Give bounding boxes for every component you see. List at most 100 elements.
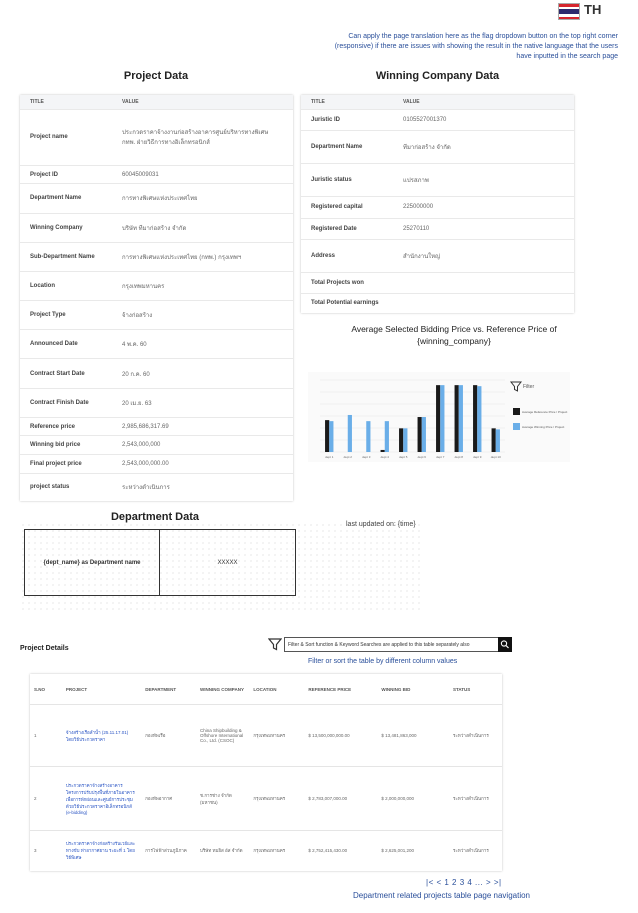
- column-header[interactable]: PROJECT: [62, 674, 141, 705]
- row-key: Contract Start Date: [20, 358, 112, 389]
- table-filter-input[interactable]: Filter & Sort function & Keyword Searche…: [284, 637, 512, 652]
- bar-chart: dept 1 dept 2 dept 3 dept 4 dept 5 dept 6 dept…: [320, 379, 567, 459]
- bar-winning: [458, 385, 463, 452]
- kv-row: Department Name ทีมาก่อสร้าง จำกัด: [301, 130, 574, 164]
- row-key: Department Name: [301, 130, 393, 164]
- row-key: project status: [20, 472, 112, 501]
- row-key: Winning Company: [20, 212, 112, 243]
- kv-row: Contract Finish Date 20 เม.ย. 63: [20, 387, 293, 418]
- row-value: 60045009031: [112, 164, 293, 184]
- x-tick-label: dept 7: [436, 455, 445, 459]
- column-header[interactable]: STATUS: [449, 674, 502, 705]
- row-key: Project ID: [20, 164, 112, 184]
- x-tick-label: dept 9: [473, 455, 482, 459]
- column-header[interactable]: S.NO: [30, 674, 62, 705]
- table-cell: กรุงเทพมหานคร: [249, 830, 305, 871]
- row-key: Project Type: [20, 300, 112, 330]
- table-cell: $ 2,783,007,000.00: [304, 766, 378, 831]
- kv-row: Location กรุงเทพมหานคร: [20, 270, 293, 301]
- bar-winning: [495, 429, 500, 452]
- project-link[interactable]: จ้างสร้างเรือลำน้ำ (25.11.17.01) โดยวิธี…: [61, 704, 142, 767]
- table-cell: ช.การช่าง จำกัด (มหาชน): [196, 766, 250, 831]
- bar-reference: [491, 428, 496, 452]
- kv-row: Department Name การทางพิเศษแห่งประเทศไทย: [20, 183, 293, 213]
- pagination-note: Department related projects table page n…: [353, 891, 530, 900]
- row-value: 2,543,000,000: [112, 435, 293, 455]
- x-tick-label: dept 6: [418, 455, 427, 459]
- chart-title: Average Selected Bidding Price vs. Refer…: [351, 324, 557, 346]
- table-cell: กรุงเทพมหานคร: [249, 704, 305, 767]
- table-row[interactable]: 2 ประกวดราคาจ้างสร้างอาคารโครงการปรับปรุง…: [30, 766, 502, 831]
- project-link[interactable]: ประกวดราคาจ้างก่อสร้างรันเวย์และทางขับ ท…: [61, 830, 142, 871]
- row-value: 225000000: [393, 196, 574, 218]
- bar-reference: [325, 420, 330, 452]
- project-data-table: TITLE VALUE Project name ประกวดราคาจ้างงาน…: [20, 95, 293, 501]
- table-cell: กองทัพเรือ: [141, 704, 197, 767]
- department-title: Department Data: [110, 511, 200, 523]
- row-value: ระหว่างดำเนินการ: [112, 472, 293, 501]
- row-key: Registered capital: [301, 196, 393, 218]
- company-data-table: TITLE VALUE Juristic ID 0105527001370 Depar…: [301, 95, 574, 313]
- x-tick-label: dept 3: [362, 455, 371, 459]
- department-value: XXXXX: [217, 559, 238, 566]
- bar-reference: [473, 385, 478, 452]
- kv-row: Reference price 2,985,686,317.69: [20, 416, 293, 436]
- table-row[interactable]: 1 จ้างสร้างเรือลำน้ำ (25.11.17.01) โดยวิธ…: [30, 704, 502, 767]
- column-header[interactable]: WINNING COMPANY: [196, 674, 249, 705]
- row-key: Address: [301, 238, 393, 273]
- row-key: Department Name: [20, 183, 112, 213]
- kv-row: Winning Company บริษัท ทีมาก่อสร้าง จำกัด: [20, 212, 293, 243]
- row-key: Project name: [20, 109, 112, 166]
- company-data-title: Winning Company Data: [375, 70, 500, 82]
- row-key: Winning bid price: [20, 435, 112, 455]
- row-value: การทางพิเศษแห่งประเทศไทย: [112, 183, 293, 213]
- table-row[interactable]: 3 ประกวดราคาจ้างก่อสร้างรันเวย์และทางขับ …: [30, 830, 502, 871]
- table-cell: กรุงเทพมหานคร: [249, 766, 305, 831]
- filter-icon[interactable]: [268, 637, 282, 651]
- pagination[interactable]: |< < 1 2 3 4 ... > >|: [426, 878, 502, 887]
- row-key: Final project price: [20, 453, 112, 474]
- row-value: 4 พ.ค. 60: [112, 329, 293, 359]
- row-value: การทางพิเศษแห่งประเทศไทย (กทพ.) กรุงเทพฯ: [112, 241, 293, 272]
- row-value: แปรสภาพ: [393, 163, 574, 197]
- row-key: Total Potential earnings: [301, 292, 393, 313]
- table-cell: การไฟฟ้าส่วนภูมิภาค: [141, 830, 197, 871]
- kv-row: Project ID 60045009031: [20, 164, 293, 184]
- row-value: 2,985,686,317.69: [112, 416, 293, 436]
- row-key: Juristic status: [301, 163, 393, 197]
- kv-row: Sub-Department Name การทางพิเศษแห่งประเทศ…: [20, 241, 293, 272]
- project-details-table: S.NO PROJECT DEPARTMENT WINNING COMPANY LOCA…: [30, 674, 502, 871]
- col-title: TITLE: [20, 95, 112, 110]
- table-cell: กองทัพอากาศ: [141, 766, 197, 831]
- table-cell: $ 2,752,415,430.00: [304, 830, 378, 871]
- kv-row: Project name ประกวดราคาจ้างงานก่อสร้างอาค…: [20, 109, 293, 166]
- legend-swatch: [513, 423, 520, 430]
- column-header[interactable]: WINNING BID: [377, 674, 449, 705]
- project-details-title: Project Details: [20, 645, 69, 652]
- col-title: TITLE: [301, 95, 393, 110]
- kv-row: Juristic status แปรสภาพ: [301, 163, 574, 197]
- bar-winning: [421, 417, 426, 452]
- kv-row: Total Potential earnings: [301, 292, 574, 313]
- filter-icon: [509, 381, 523, 392]
- language-selector[interactable]: TH: [584, 2, 601, 17]
- column-header[interactable]: LOCATION: [249, 674, 304, 705]
- bar-reference: [436, 385, 441, 452]
- kv-row: Contract Start Date 20 ก.ค. 60: [20, 358, 293, 389]
- row-value: ประกวดราคาจ้างงานก่อสร้างอาคารศูนย์บริหา…: [112, 109, 293, 166]
- column-header[interactable]: REFERENCE PRICE: [304, 674, 377, 705]
- thai-flag-icon[interactable]: [558, 3, 580, 20]
- last-updated: last updated on: {time}: [346, 521, 416, 528]
- bar-reference: [417, 417, 422, 452]
- row-key: Registered Date: [301, 217, 393, 240]
- filter-label: Filter: [523, 384, 534, 390]
- column-header[interactable]: DEPARTMENT: [141, 674, 196, 705]
- project-link[interactable]: ประกวดราคาจ้างสร้างอาคารโครงการปรับปรุงพ…: [61, 766, 142, 831]
- kv-row: Registered Date 25270110: [301, 217, 574, 240]
- bar-winning: [347, 414, 352, 452]
- table-cell: $ 13,481,863,000: [377, 704, 449, 767]
- row-key: Location: [20, 270, 112, 301]
- table-cell: $ 13,500,000,000.00: [304, 704, 378, 767]
- search-button[interactable]: [498, 637, 512, 652]
- row-key: Announced Date: [20, 329, 112, 359]
